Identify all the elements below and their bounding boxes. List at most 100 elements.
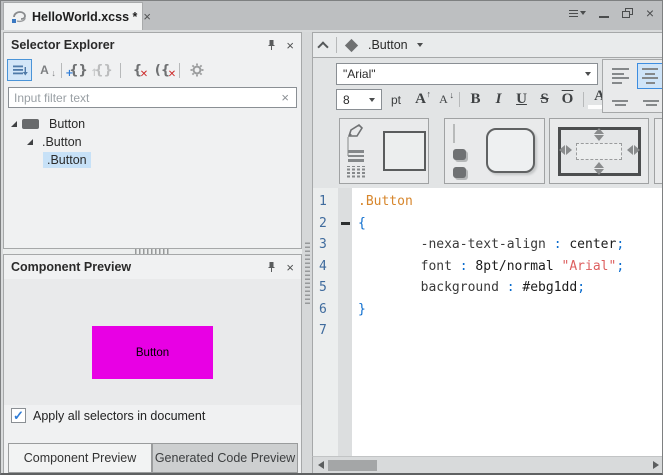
pin-icon[interactable] xyxy=(266,261,277,273)
scroll-right-arrow-icon[interactable] xyxy=(653,461,659,469)
code-line[interactable]: -nexa-text-align : center; xyxy=(358,234,663,256)
tree-item[interactable]: .Button xyxy=(4,151,301,169)
selector-dropdown-icon[interactable] xyxy=(417,43,423,47)
horizontal-scrollbar[interactable] xyxy=(312,456,663,473)
view-document-order-button[interactable] xyxy=(7,59,32,81)
left-spacing-stepper[interactable] xyxy=(559,145,572,155)
selector-explorer-toolbar: A↓ {}+ {}↑ {✕ ({✕ xyxy=(4,57,301,83)
italic-button[interactable]: I xyxy=(487,91,510,108)
font-size-combo[interactable]: 8 xyxy=(336,89,382,110)
code-token: 8pt/normal xyxy=(468,259,562,274)
application-window: HelloWorld.xcss * × × Selector Explorer … xyxy=(0,0,663,475)
code-line[interactable]: .Button xyxy=(358,191,663,213)
preview-button[interactable]: Button xyxy=(92,326,213,379)
corner-radius-preview-box[interactable] xyxy=(486,128,535,173)
expander-icon[interactable] xyxy=(11,121,17,127)
font-toolbar: "Arial" 8 pt A↑ A↓ B I U S O A xyxy=(312,58,663,114)
delete-selector-button[interactable]: {✕ xyxy=(125,59,150,81)
separator xyxy=(336,37,337,53)
promote-selector-button[interactable]: {}↑ xyxy=(91,59,116,81)
fold-margin-line xyxy=(338,191,352,213)
shadow-style-icon[interactable] xyxy=(453,167,466,178)
xcss-code-editor[interactable]: 1234567 .Button{ -nexa-text-align : cent… xyxy=(312,188,663,456)
close-panel-icon[interactable]: × xyxy=(286,261,294,274)
align-top-button[interactable] xyxy=(609,98,631,108)
code-token: : xyxy=(507,280,515,295)
unit-label: pt xyxy=(391,93,401,107)
scrollbar-thumb[interactable] xyxy=(328,460,377,471)
tree-item[interactable]: .Button xyxy=(4,133,301,151)
component-preview-panel: Component Preview × Button ✓ Apply all s… xyxy=(3,254,302,473)
sort-alphabetical-button[interactable]: A↓ xyxy=(32,59,57,81)
pin-icon[interactable] xyxy=(266,39,277,51)
bold-button[interactable]: B xyxy=(464,91,487,108)
shrink-font-button[interactable]: A↓ xyxy=(432,92,455,107)
apply-selectors-row: ✓ Apply all selectors in document xyxy=(11,408,205,423)
padding-editor-box[interactable] xyxy=(576,143,622,160)
document-tab[interactable]: HelloWorld.xcss * × xyxy=(3,2,143,30)
corner-style-button[interactable] xyxy=(453,125,455,143)
align-top-icon xyxy=(612,100,628,107)
collapse-toolbar-icon[interactable] xyxy=(317,41,328,52)
right-spacing-stepper[interactable] xyxy=(627,145,640,155)
overline-button[interactable]: O xyxy=(556,91,579,108)
window-menu-icon[interactable] xyxy=(569,8,586,19)
apply-selectors-checkbox[interactable]: ✓ xyxy=(11,408,26,423)
corner-zoom-icon[interactable] xyxy=(453,149,466,160)
fold-collapse-marker[interactable] xyxy=(338,213,352,235)
preview-tab-bar: Component Preview Generated Code Preview xyxy=(4,442,301,473)
vertical-splitter[interactable] xyxy=(302,32,312,473)
menu-lines-icon xyxy=(569,8,578,19)
grow-font-button[interactable]: A↑ xyxy=(409,91,432,108)
code-line[interactable]: } xyxy=(358,299,663,321)
settings-button[interactable] xyxy=(184,59,209,81)
close-panel-icon[interactable]: × xyxy=(286,39,294,52)
add-selector-button[interactable]: {}+ xyxy=(66,59,91,81)
close-document-icon[interactable]: × xyxy=(143,10,151,23)
filter-input[interactable] xyxy=(9,91,274,105)
restore-icon[interactable] xyxy=(622,8,633,18)
arrow-left-icon xyxy=(559,145,565,155)
splitter-grip xyxy=(305,242,310,304)
restore-front-rect xyxy=(622,11,630,18)
arrow-right-icon xyxy=(634,145,640,155)
code-token xyxy=(358,237,421,252)
code-token: font xyxy=(421,259,452,274)
font-family-combo[interactable]: "Arial" xyxy=(336,63,598,85)
pencil-icon xyxy=(347,124,364,138)
code-line[interactable]: background : #ebg1dd; xyxy=(358,277,663,299)
tab-generated-code-preview[interactable]: Generated Code Preview xyxy=(152,443,298,473)
expander-icon[interactable] xyxy=(27,139,33,145)
document-tab-strip: HelloWorld.xcss * × × xyxy=(1,1,662,30)
code-folding-margin[interactable] xyxy=(338,188,352,456)
shrink-font-letter: A xyxy=(439,92,448,106)
align-center-button[interactable] xyxy=(637,63,663,89)
border-solid-style-icon[interactable] xyxy=(348,150,364,162)
close-window-icon[interactable]: × xyxy=(646,8,654,18)
clear-filter-icon[interactable]: × xyxy=(274,90,296,105)
align-middle-button[interactable] xyxy=(640,98,662,108)
delete-unused-selectors-button[interactable]: ({✕ xyxy=(150,59,175,81)
border-preview-box[interactable] xyxy=(383,131,426,171)
align-left-button[interactable] xyxy=(609,67,631,85)
strikethrough-button[interactable]: S xyxy=(533,91,556,108)
bottom-spacing-stepper[interactable] xyxy=(594,162,604,175)
code-line[interactable]: font : 8pt/normal "Arial"; xyxy=(358,256,663,278)
top-spacing-stepper[interactable] xyxy=(594,128,604,141)
line-number-gutter: 1234567 xyxy=(313,188,338,456)
current-selector-label[interactable]: .Button xyxy=(368,38,408,52)
tab-component-preview[interactable]: Component Preview xyxy=(8,443,152,473)
sort-alpha-icon: A↓ xyxy=(40,63,49,77)
scroll-left-arrow-icon[interactable] xyxy=(318,461,324,469)
margin-editor-box[interactable] xyxy=(558,127,641,176)
code-line[interactable]: { xyxy=(358,213,663,235)
margin-padding-group xyxy=(549,118,649,184)
code-line[interactable] xyxy=(358,320,663,342)
border-dashed-style-icon[interactable] xyxy=(347,166,366,179)
code-text-area[interactable]: .Button{ -nexa-text-align : center; font… xyxy=(352,188,663,456)
line-number: 2 xyxy=(319,213,338,235)
underline-button[interactable]: U xyxy=(510,91,533,108)
tree-item-label: .Button xyxy=(43,152,91,168)
minimize-icon[interactable] xyxy=(599,16,609,18)
tree-item[interactable]: Button xyxy=(4,115,301,133)
